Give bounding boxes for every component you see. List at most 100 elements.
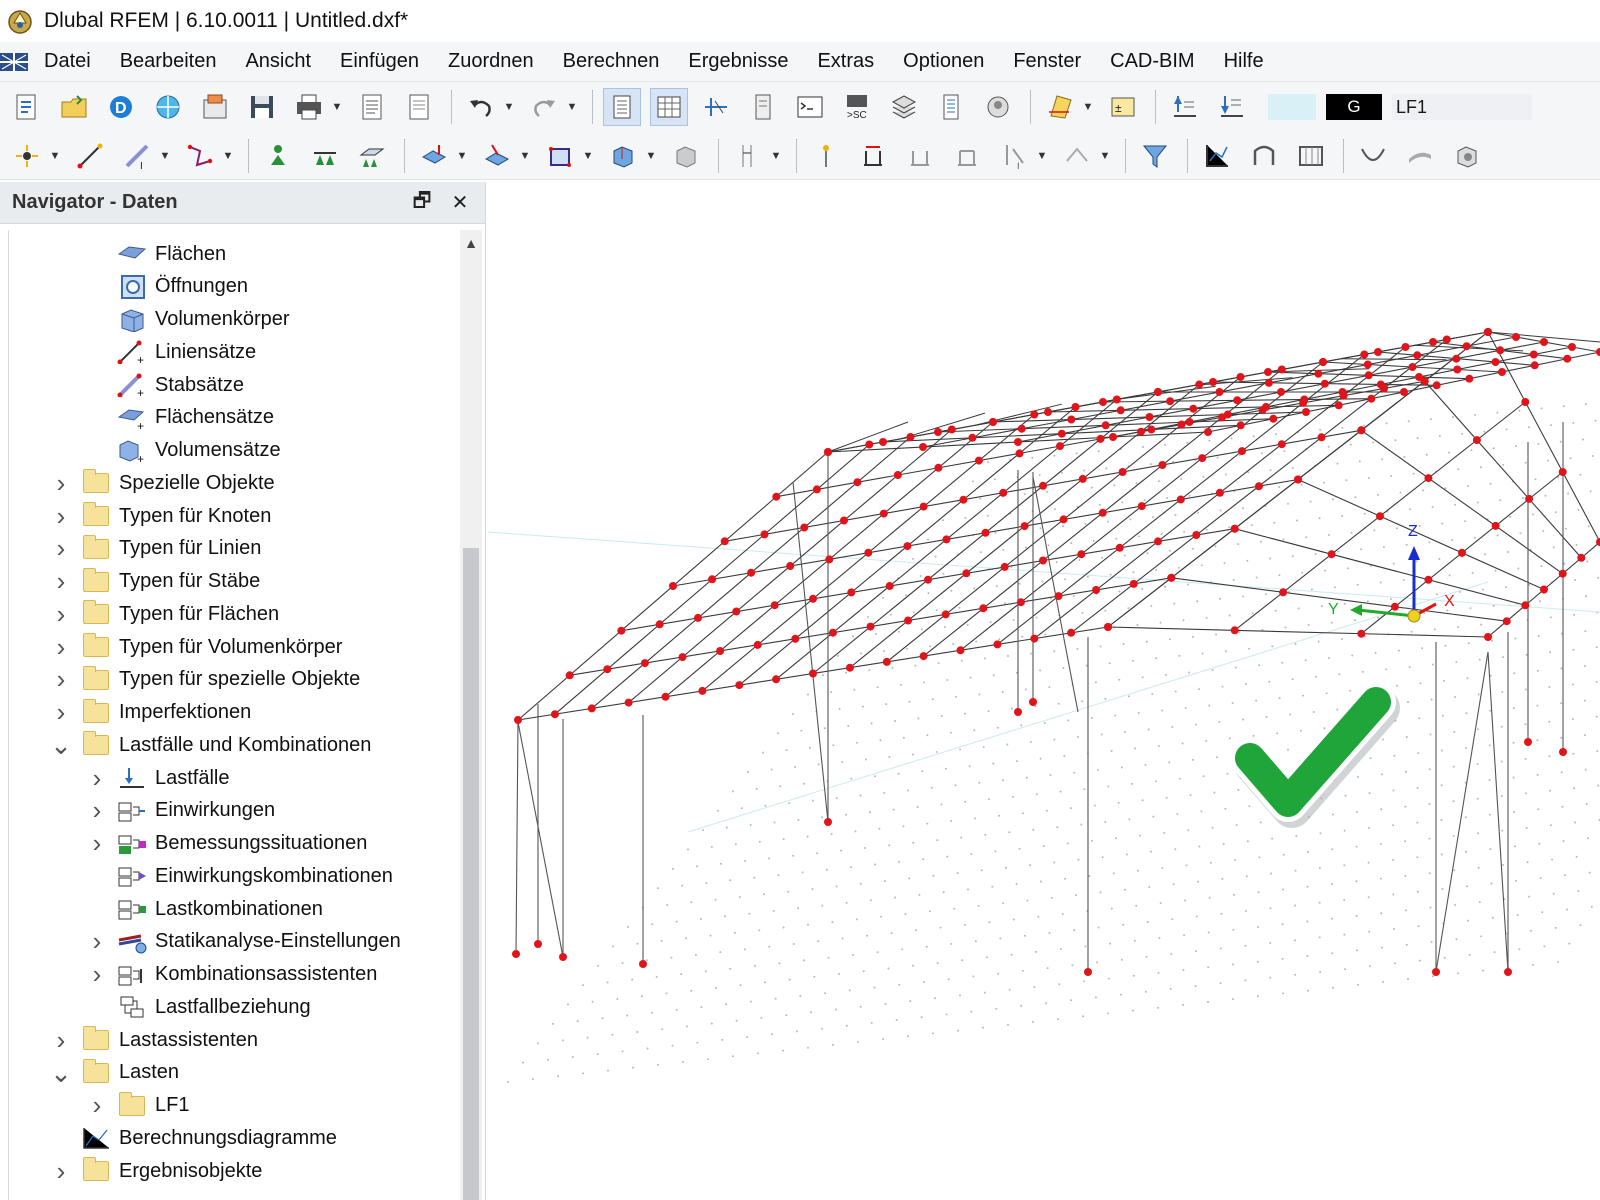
chevron-right-icon[interactable]: › [87, 1090, 107, 1120]
chevron-down-icon[interactable]: ⌄ [50, 1060, 72, 1086]
tree-item-kombinationsassistenten[interactable]: › Kombinationsassistenten [87, 959, 378, 991]
section-view-icon[interactable] [1245, 137, 1283, 175]
tree-item-einwirkungskombinationen[interactable]: Einwirkungskombinationen [87, 860, 393, 892]
new-member-dropdown-icon[interactable]: ▼ [159, 137, 171, 175]
chevron-down-icon[interactable]: ⌄ [50, 732, 72, 758]
tree-item-typen-für-spezielle-objekte[interactable]: › Typen für spezielle Objekte [51, 664, 361, 696]
menu-cad-bim[interactable]: CAD-BIM [1110, 50, 1194, 73]
render-view-icon[interactable] [979, 88, 1017, 126]
navigator-scrollbar[interactable]: ▲ [460, 230, 482, 1200]
chevron-right-icon[interactable]: › [51, 599, 71, 629]
tree-item-ergebnisobjekte[interactable]: › Ergebnisobjekte [51, 1155, 263, 1187]
selection-filter-icon[interactable]: I [995, 137, 1033, 175]
tree-item-statikanalyse-einstellungen[interactable]: › Statikanalyse-Einstellungen [87, 926, 401, 958]
tree-item-volumensätze[interactable]: + Volumensätze [87, 435, 281, 467]
app-menu-icon[interactable] [0, 51, 30, 73]
tree-item-lastassistenten[interactable]: › Lastassistenten [51, 1024, 258, 1056]
dimension-icon[interactable] [729, 137, 767, 175]
nodal-load-icon[interactable] [415, 137, 453, 175]
tree-item-imperfektionen[interactable]: › Imperfektionen [51, 697, 252, 729]
nodal-load-dropdown-icon[interactable]: ▼ [456, 137, 468, 175]
imposed-deformation-icon[interactable] [667, 137, 705, 175]
document-list-icon[interactable] [932, 88, 970, 126]
tree-item-typen-für-stäbe[interactable]: › Typen für Stäbe [51, 566, 261, 598]
solid-load-dropdown-icon[interactable]: ▼ [645, 137, 657, 175]
console-icon[interactable] [791, 88, 829, 126]
tree-item-lastkombinationen[interactable]: Lastkombinationen [87, 893, 323, 925]
solid-load-icon[interactable] [604, 137, 642, 175]
menu-zuordnen[interactable]: Zuordnen [448, 50, 534, 73]
load-case-selector[interactable]: G LF1 [1268, 92, 1532, 122]
surface-load-dropdown-icon[interactable]: ▼ [582, 137, 594, 175]
menu-optionen[interactable]: Optionen [903, 50, 984, 73]
print-dropdown-icon[interactable]: ▼ [331, 88, 343, 126]
panel-icon[interactable] [744, 88, 782, 126]
member-load-dropdown-icon[interactable]: ▼ [519, 137, 531, 175]
surface-support-icon[interactable] [353, 137, 391, 175]
menu-fenster[interactable]: Fenster [1013, 50, 1081, 73]
section-icon[interactable] [697, 88, 735, 126]
redo-dropdown-icon[interactable]: ▼ [566, 88, 578, 126]
surface-numbering-icon[interactable] [948, 137, 986, 175]
redo-icon[interactable] [525, 88, 563, 126]
undo-icon[interactable] [462, 88, 500, 126]
model-viewport[interactable]: X Y Z [488, 182, 1600, 1200]
report-icon[interactable] [400, 88, 438, 126]
previous-load-case-icon[interactable] [1166, 88, 1204, 126]
tree-item-flächensätze[interactable]: + Flächensätze [87, 402, 274, 434]
load-case-name[interactable]: LF1 [1392, 94, 1532, 120]
tree-item-lastfälle-und-kombinationen[interactable]: ⌄ Lastfälle und Kombinationen [50, 729, 371, 761]
tree-item-lastfallbeziehung[interactable]: Lastfallbeziehung [87, 991, 311, 1023]
tree-item-einwirkungen[interactable]: › Einwirkungen [87, 795, 275, 827]
close-icon[interactable]: ✕ [447, 190, 473, 216]
new-node-icon[interactable] [8, 137, 46, 175]
next-load-case-icon[interactable] [1213, 88, 1251, 126]
frame-view-icon[interactable] [1292, 137, 1330, 175]
member-load-icon[interactable] [478, 137, 516, 175]
chevron-right-icon[interactable]: › [87, 926, 107, 956]
diagram-icon[interactable] [1198, 137, 1236, 175]
undo-dropdown-icon[interactable]: ▼ [503, 88, 515, 126]
deformation-icon[interactable] [1354, 137, 1392, 175]
line-support-icon[interactable] [306, 137, 344, 175]
menu-bearbeiten[interactable]: Bearbeiten [120, 50, 217, 73]
new-line-icon[interactable] [71, 137, 109, 175]
navigator-toggle-icon[interactable] [603, 88, 641, 126]
save-icon[interactable] [243, 88, 281, 126]
node-numbering-icon[interactable] [854, 137, 892, 175]
tree-item-bemessungssituationen[interactable]: › Bemessungssituationen [87, 828, 368, 860]
menu-ergebnisse[interactable]: Ergebnisse [688, 50, 788, 73]
chevron-right-icon[interactable]: › [51, 632, 71, 662]
open-folder-icon[interactable] [55, 88, 93, 126]
tree-item-typen-für-volumenkörper[interactable]: › Typen für Volumenkörper [51, 631, 343, 663]
model-drawing[interactable]: X Y Z [488, 182, 1600, 1200]
tree-item-lastfälle[interactable]: › Lastfälle [87, 762, 230, 794]
restore-window-icon[interactable]: 🗗 [409, 190, 435, 216]
tree-item-typen-für-knoten[interactable]: › Typen für Knoten [51, 500, 272, 532]
model-templates-icon[interactable] [196, 88, 234, 126]
filter-icon[interactable] [1136, 137, 1174, 175]
chevron-right-icon[interactable]: › [51, 697, 71, 727]
chevron-right-icon[interactable]: › [51, 468, 71, 498]
tree-item-volumenkörper[interactable]: Volumenkörper [87, 304, 290, 336]
chevron-right-icon[interactable]: › [87, 959, 107, 989]
chevron-right-icon[interactable]: › [87, 795, 107, 825]
menu-extras[interactable]: Extras [817, 50, 874, 73]
view-surface-dropdown-icon[interactable]: ▼ [1082, 88, 1094, 126]
new-member-icon[interactable]: I [118, 137, 156, 175]
scrollbar-thumb[interactable] [463, 548, 479, 1200]
view-surface-icon[interactable] [1041, 88, 1079, 126]
surface-results-icon[interactable] [1401, 137, 1439, 175]
chevron-right-icon[interactable]: › [87, 763, 107, 793]
tree-item-stabsätze[interactable]: + Stabsätze [87, 369, 244, 401]
visibility-icon[interactable] [1058, 137, 1096, 175]
dimension-dropdown-icon[interactable]: ▼ [770, 137, 782, 175]
chevron-right-icon[interactable]: › [51, 566, 71, 596]
menu-ansicht[interactable]: Ansicht [245, 50, 311, 73]
new-node-dropdown-icon[interactable]: ▼ [49, 137, 61, 175]
menu-hilfe[interactable]: Hilfe [1224, 50, 1264, 73]
menu-einfuegen[interactable]: Einfügen [340, 50, 419, 73]
guideline-icon[interactable] [807, 137, 845, 175]
visibility-dropdown-icon[interactable]: ▼ [1099, 137, 1111, 175]
tables-toggle-icon[interactable] [650, 88, 688, 126]
